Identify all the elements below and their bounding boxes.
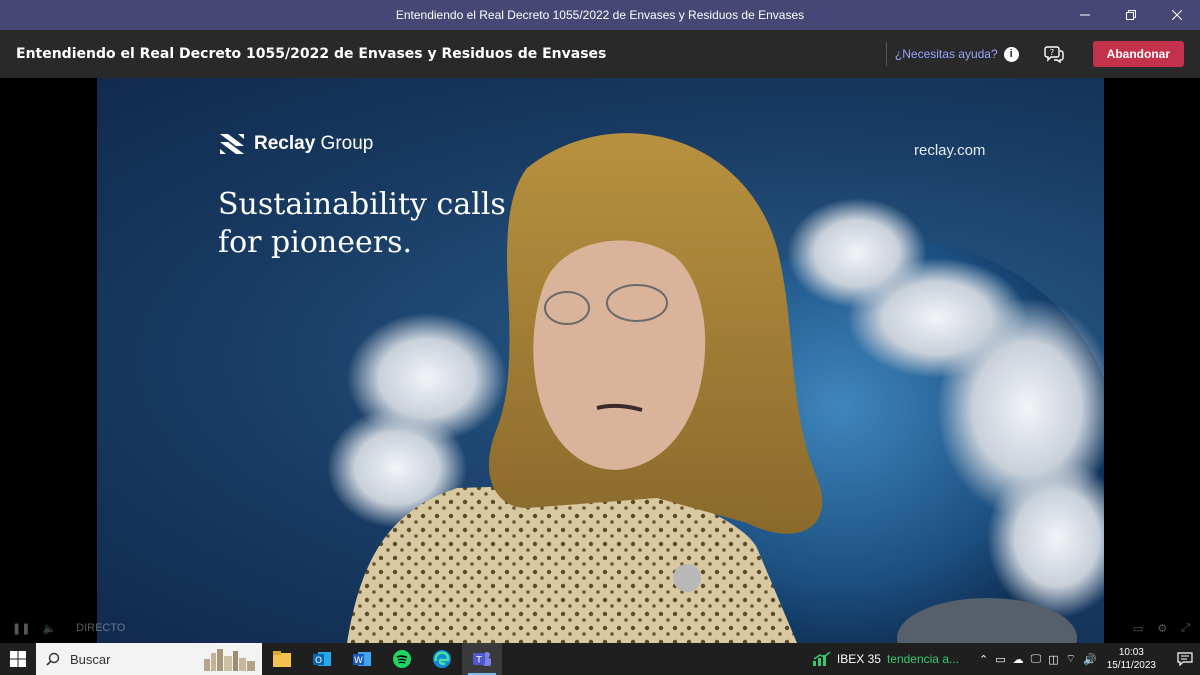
clock-time: 10:03 [1118, 647, 1144, 658]
stock-trend-up-icon [812, 652, 831, 666]
video-stage: Reclay Group reclay.com Sustainability c… [0, 78, 1200, 643]
monitor-icon[interactable]: 🖵 [1031, 653, 1042, 666]
event-title: Entendiendo el Real Decreto 1055/2022 de… [16, 46, 607, 62]
taskbar-search[interactable]: Buscar [36, 643, 262, 675]
teams-icon: T [473, 652, 491, 666]
svg-text:?: ? [1050, 48, 1054, 57]
word-icon: W [353, 652, 371, 666]
wifi-icon[interactable]: ⌔ [1066, 652, 1076, 666]
qa-chat-icon[interactable]: ? [1043, 43, 1065, 65]
player-right-controls: ▭ ⚙ ⤢ [1133, 622, 1190, 635]
taskbar-app-word[interactable]: W [342, 643, 382, 675]
minimize-icon [1080, 14, 1090, 16]
chevron-up-icon[interactable]: ⌃ [979, 653, 988, 666]
taskbar-app-spotify[interactable] [382, 643, 422, 675]
minimize-button[interactable] [1062, 0, 1108, 30]
clock[interactable]: 10:03 15/11/2023 [1107, 646, 1156, 672]
spotify-icon [393, 650, 411, 668]
leave-button[interactable]: Abandonar [1092, 41, 1184, 67]
stock-widget[interactable]: IBEX 35 tendencia a... [812, 652, 959, 666]
restore-button[interactable] [1108, 0, 1154, 30]
search-highlight-skyline-icon [204, 649, 255, 671]
folder-icon [273, 651, 291, 667]
meeting-header: Entendiendo el Real Decreto 1055/2022 de… [0, 30, 1200, 78]
window-controls [1062, 0, 1200, 30]
taskbar-app-file-explorer[interactable] [262, 643, 302, 675]
stock-name: IBEX 35 [836, 652, 881, 666]
video-feed: Reclay Group reclay.com Sustainability c… [97, 78, 1104, 643]
taskbar-app-edge[interactable] [422, 643, 462, 675]
header-divider [885, 42, 887, 66]
info-icon[interactable]: i [1003, 46, 1019, 62]
volume-icon[interactable]: 🔈 [42, 622, 56, 635]
svg-text:O: O [315, 656, 322, 666]
svg-text:W: W [354, 656, 363, 666]
stock-trend: tendencia a... [886, 652, 959, 666]
pause-icon[interactable]: ❚❚ [12, 622, 30, 635]
search-placeholder: Buscar [70, 651, 111, 667]
volume-icon[interactable]: 🔊 [1083, 653, 1097, 666]
notification-center-button[interactable] [1170, 643, 1200, 675]
header-actions: ¿Necesitas ayuda? i ? Abandonar [885, 30, 1184, 78]
svg-text:T: T [475, 656, 482, 666]
system-tray: IBEX 35 tendencia a... ⌃ ▭ ☁ 🖵 ◫ ⌔ 🔊 10:… [812, 643, 1200, 675]
close-icon [1172, 10, 1182, 20]
taskbar-app-teams[interactable]: T [462, 643, 502, 675]
window-title-bar: Entendiendo el Real Decreto 1055/2022 de… [0, 0, 1200, 30]
window-title: Entendiendo el Real Decreto 1055/2022 de… [395, 8, 805, 22]
start-button[interactable] [0, 643, 36, 675]
outlook-icon: O [313, 652, 331, 666]
search-icon [46, 652, 60, 666]
windows-logo-icon [10, 651, 26, 667]
display-icon[interactable]: ▭ [995, 653, 1005, 666]
clock-date: 15/11/2023 [1106, 660, 1156, 671]
captions-icon[interactable]: ▭ [1133, 622, 1143, 635]
edge-icon [433, 650, 451, 668]
windows-taskbar: Buscar O W T IBEX 35 tendencia a... ⌃ ▭ … [0, 643, 1200, 675]
restore-icon [1126, 10, 1136, 20]
settings-icon[interactable]: ⚙ [1157, 622, 1167, 635]
notification-icon [1177, 652, 1193, 666]
player-controls: ❚❚ 🔈 DIRECTO ▭ ⚙ ⤢ [0, 617, 1200, 639]
taskbar-app-outlook[interactable]: O [302, 643, 342, 675]
presenter-silhouette [347, 133, 823, 643]
help-link[interactable]: ¿Necesitas ayuda? [895, 47, 998, 61]
tray-icons: ⌃ ▭ ☁ 🖵 ◫ ⌔ 🔊 [979, 652, 1097, 666]
onedrive-cloud-icon[interactable]: ☁ [1013, 653, 1024, 666]
fullscreen-icon[interactable]: ⤢ [1181, 622, 1190, 635]
live-indicator: DIRECTO [76, 622, 126, 634]
camera-icon[interactable]: ◫ [1048, 653, 1058, 666]
close-button[interactable] [1154, 0, 1200, 30]
